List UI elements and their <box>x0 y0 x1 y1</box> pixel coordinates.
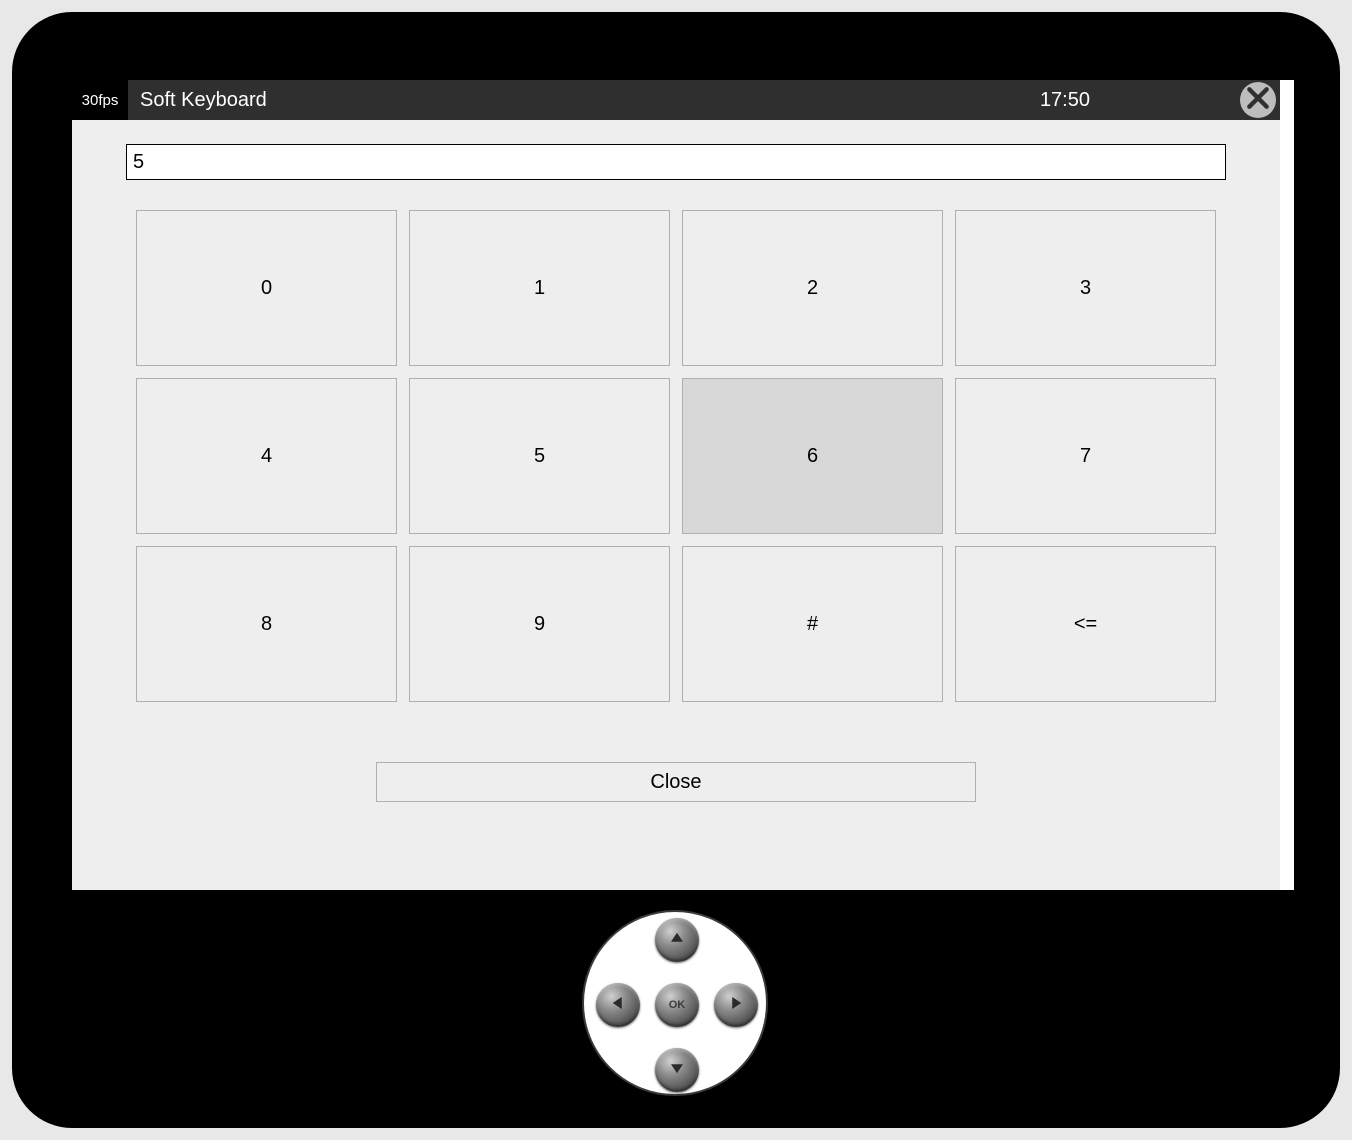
fps-badge: 30fps <box>72 80 128 120</box>
arrow-down-icon <box>668 1059 686 1082</box>
key-4[interactable]: 4 <box>136 378 397 534</box>
close-row: Close <box>72 762 1280 802</box>
key-8[interactable]: 8 <box>136 546 397 702</box>
dpad-up-button[interactable] <box>655 918 699 962</box>
input-row: 5 <box>126 144 1226 180</box>
key-0[interactable]: 0 <box>136 210 397 366</box>
key-9[interactable]: 9 <box>409 546 670 702</box>
dpad-ok-button[interactable]: OK <box>655 983 699 1027</box>
close-icon <box>1245 85 1271 116</box>
device-frame: 30fps Soft Keyboard 17:50 5 0 1 2 3 4 5 … <box>12 12 1340 1128</box>
arrow-left-icon <box>609 994 627 1017</box>
close-keyboard-button[interactable]: Close <box>376 762 976 802</box>
dpad-ok-label: OK <box>669 999 686 1011</box>
dpad-down-button[interactable] <box>655 1048 699 1092</box>
keypad: 0 1 2 3 4 5 6 7 8 9 # <= <box>136 210 1216 702</box>
key-5[interactable]: 5 <box>409 378 670 534</box>
arrow-up-icon <box>668 929 686 952</box>
page-title: Soft Keyboard <box>140 89 267 112</box>
close-button[interactable] <box>1240 82 1276 118</box>
key-1[interactable]: 1 <box>409 210 670 366</box>
key-7[interactable]: 7 <box>955 378 1216 534</box>
key-6[interactable]: 6 <box>682 378 943 534</box>
dpad: OK <box>582 910 768 1096</box>
key-hash[interactable]: # <box>682 546 943 702</box>
screen: 30fps Soft Keyboard 17:50 5 0 1 2 3 4 5 … <box>72 80 1280 890</box>
dpad-right-button[interactable] <box>714 983 758 1027</box>
key-backspace[interactable]: <= <box>955 546 1216 702</box>
scrollbar[interactable] <box>1280 80 1294 890</box>
key-3[interactable]: 3 <box>955 210 1216 366</box>
clock: 17:50 <box>1040 80 1090 120</box>
value-input[interactable]: 5 <box>126 144 1226 180</box>
dpad-left-button[interactable] <box>596 983 640 1027</box>
key-2[interactable]: 2 <box>682 210 943 366</box>
arrow-right-icon <box>727 994 745 1017</box>
titlebar: 30fps Soft Keyboard 17:50 <box>72 80 1280 120</box>
